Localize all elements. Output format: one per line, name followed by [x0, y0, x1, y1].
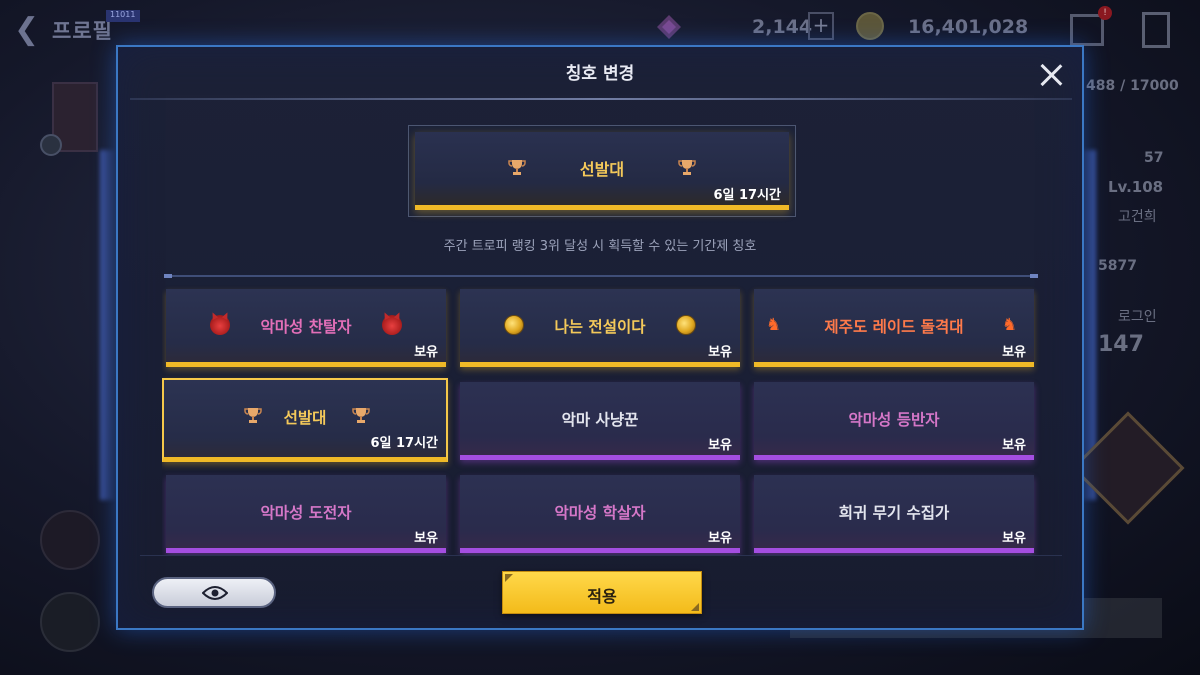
back-arrow-icon[interactable]: ❮ — [14, 12, 44, 48]
title-card-name: 악마 사냥꾼 — [561, 411, 639, 429]
apply-button[interactable]: 적용 — [502, 571, 702, 614]
title-preview-frame: 선발대 6일 17시간 — [408, 125, 796, 217]
title-card-name: 악마성 찬탈자 — [260, 318, 352, 336]
devil-icon — [382, 315, 402, 335]
profile-tag: 11011 — [106, 10, 140, 22]
title-divider — [130, 98, 1072, 100]
medal-icon — [504, 315, 524, 335]
title-card-status: 보유 — [708, 345, 732, 360]
gold-count: 16,401,028 — [908, 16, 1029, 38]
devil-icon — [210, 315, 230, 335]
level-value: Lv.108 — [1108, 178, 1164, 196]
exp-value: 488 / 17000 — [1086, 78, 1179, 94]
title-card-status: 보유 — [1002, 345, 1026, 360]
preview-title-label: 선발대 — [579, 160, 625, 179]
apply-button-label: 적용 — [587, 587, 617, 606]
title-card-status: 보유 — [414, 531, 438, 546]
list-divider — [164, 274, 1038, 278]
title-card[interactable]: 악마성 등반자보유 — [754, 382, 1034, 460]
horse-icon: ♞ — [1002, 315, 1018, 335]
trophy-icon — [352, 408, 370, 423]
preview-time-remaining: 6일 17시간 — [713, 188, 781, 203]
title-card-name: 선발대 — [283, 409, 327, 427]
preview-toggle-button[interactable] — [152, 577, 276, 608]
title-card-status: 6일 17시간 — [370, 436, 438, 451]
medal-icon — [676, 315, 696, 335]
screen-title: 프로필 — [52, 19, 113, 43]
horse-icon: ♞ — [766, 315, 782, 335]
gem-count: 2,144 — [752, 16, 813, 38]
title-card-name: 나는 전설이다 — [554, 318, 646, 336]
title-card-name: 제주도 레이드 돌격대 — [824, 318, 964, 336]
title-card-status: 보유 — [708, 531, 732, 546]
login-label: 로그인 — [1118, 309, 1157, 325]
eye-icon — [202, 586, 228, 600]
left-glow — [100, 150, 116, 500]
add-currency-button[interactable]: + — [808, 12, 834, 40]
title-card[interactable]: 악마성 학살자보유 — [460, 475, 740, 553]
menu-grid-icon[interactable] — [1070, 14, 1104, 46]
notification-badge: ! — [1098, 6, 1112, 20]
title-card-name: 악마성 도전자 — [260, 504, 352, 522]
modal-title: 칭호 변경 — [565, 64, 635, 84]
title-card-name: 희귀 무기 수집가 — [838, 504, 950, 522]
emblem-button[interactable] — [40, 510, 100, 570]
title-card[interactable]: 희귀 무기 수집가보유 — [754, 475, 1034, 553]
title-card[interactable]: 악마성 찬탈자보유 — [166, 289, 446, 367]
bottom-divider — [140, 555, 1062, 556]
title-card-status: 보유 — [414, 345, 438, 360]
title-card-status: 보유 — [1002, 438, 1026, 453]
title-card-status: 보유 — [708, 438, 732, 453]
zoom-icon[interactable] — [40, 134, 62, 156]
login-count: 147 — [1098, 332, 1144, 357]
gem-icon — [657, 15, 681, 39]
title-card[interactable]: 선발대 6일 17시간 — [162, 378, 448, 462]
trophy-icon — [244, 408, 262, 423]
close-icon[interactable] — [1034, 59, 1068, 93]
title-description: 주간 트로피 랭킹 3위 달성 시 획득할 수 있는 기간제 칭호 — [443, 239, 757, 254]
title-card[interactable]: 악마 사냥꾼보유 — [460, 382, 740, 460]
title-card-status: 보유 — [1002, 531, 1026, 546]
player-name: 고건희 — [1118, 209, 1157, 225]
trophy-icon — [678, 160, 696, 175]
title-list[interactable]: 악마성 찬탈자 보유 나는 전설이다 보유 제주도 레이드 돌격대 ♞ ♞ 보유 선발대 6일 1… — [162, 285, 1042, 555]
title-card-name: 악마성 등반자 — [848, 411, 940, 429]
title-card-name: 악마성 학살자 — [554, 504, 646, 522]
title-change-modal: 칭호 변경 선발대 6일 17시간 주간 트로피 랭킹 3위 달성 시 획득할 … — [116, 45, 1084, 630]
edit-button[interactable] — [40, 592, 100, 652]
title-card[interactable]: 나는 전설이다보유 — [460, 289, 740, 367]
search-count: 5877 — [1098, 258, 1137, 274]
title-card[interactable]: 제주도 레이드 돌격대 ♞ ♞ 보유 — [754, 289, 1034, 367]
exit-door-icon[interactable] — [1142, 12, 1170, 48]
power-value: 57 — [1144, 150, 1164, 166]
coin-icon — [856, 12, 884, 40]
title-preview-card: 선발대 6일 17시간 — [415, 132, 789, 210]
title-card[interactable]: 악마성 도전자보유 — [166, 475, 446, 553]
